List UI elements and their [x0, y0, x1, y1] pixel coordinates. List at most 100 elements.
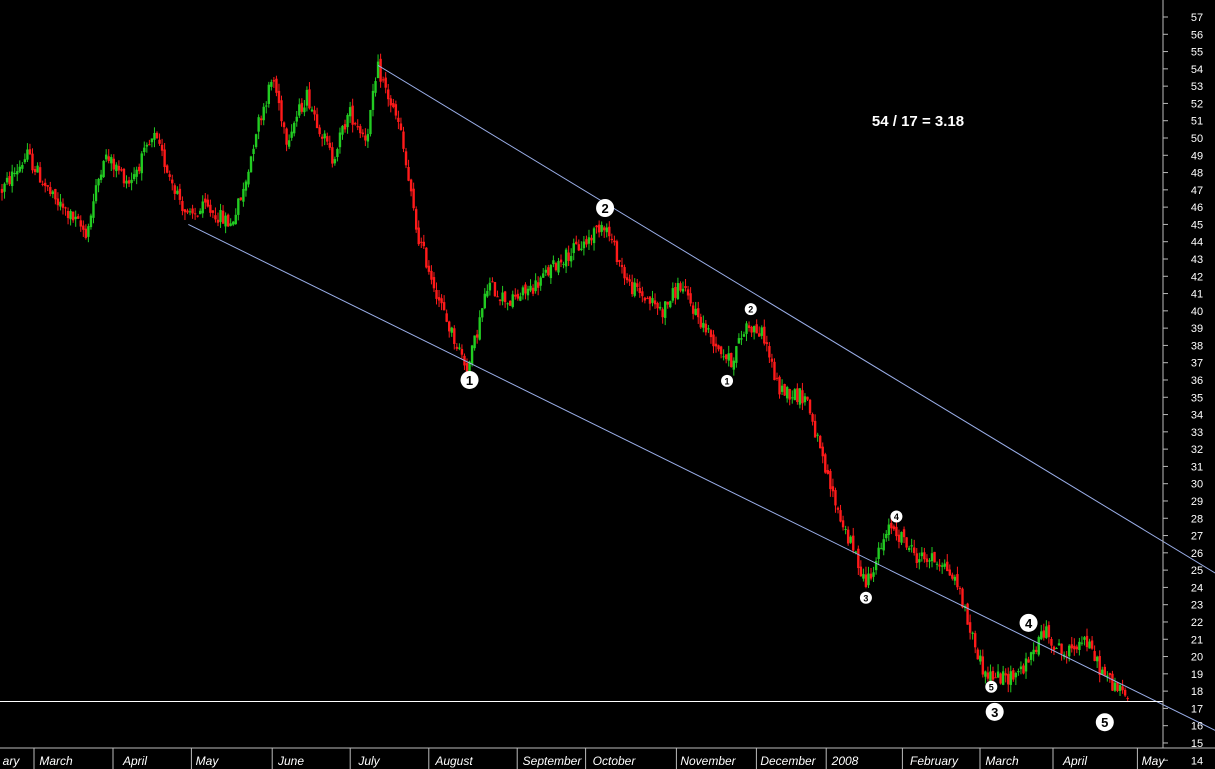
candle-body — [834, 490, 837, 506]
price-tick-label: 36 — [1191, 375, 1203, 387]
candle-body — [23, 159, 27, 163]
candle-body — [996, 671, 1000, 678]
candle-body — [890, 522, 893, 529]
candle-body — [77, 216, 80, 219]
candle-body — [580, 248, 583, 251]
price-tick-label: 23 — [1191, 600, 1203, 612]
candle-body — [1057, 643, 1061, 646]
candle-body — [984, 671, 987, 677]
candle-body — [293, 122, 296, 134]
candle-body — [976, 649, 979, 660]
candle-body — [923, 552, 926, 560]
candle-body — [313, 110, 316, 115]
candle-body — [1080, 642, 1084, 644]
month-label: February — [910, 754, 959, 768]
candle-body — [793, 389, 796, 401]
candle-body — [989, 671, 992, 682]
candle-body — [534, 280, 537, 292]
candle-body — [432, 277, 436, 289]
candle-body — [585, 239, 588, 245]
candle-body — [249, 156, 253, 173]
price-tick-label: 56 — [1191, 29, 1203, 41]
month-label: March — [39, 754, 73, 768]
candle-body — [160, 144, 164, 151]
candle-body — [458, 347, 461, 349]
candle-body — [257, 117, 260, 132]
price-tick-label: 30 — [1191, 479, 1203, 491]
candle-body — [300, 102, 304, 112]
candle-body — [768, 346, 771, 358]
candle-body — [808, 399, 812, 414]
candle-body — [224, 215, 227, 227]
candle-body — [387, 89, 390, 100]
candle-body — [191, 208, 194, 214]
candle-body — [658, 306, 662, 309]
candle-body — [732, 360, 736, 370]
candle-body — [506, 303, 509, 305]
candle-body — [404, 151, 408, 166]
candle-body — [1123, 689, 1127, 696]
candle-body — [869, 573, 873, 579]
candle-body — [913, 547, 916, 554]
candle-body — [656, 303, 659, 309]
candle-body — [763, 326, 766, 344]
month-label: December — [760, 754, 816, 768]
price-tick-label: 48 — [1191, 168, 1203, 180]
candle-body — [966, 603, 969, 625]
candle-body — [747, 325, 751, 329]
candle-body — [900, 531, 903, 543]
candle-body — [5, 177, 9, 183]
candle-body — [592, 228, 596, 244]
candle-body — [46, 185, 49, 187]
candle-body — [41, 183, 44, 185]
candle-body — [414, 209, 418, 230]
candle-body — [697, 308, 700, 318]
candle-body — [338, 132, 342, 148]
candle-body — [999, 673, 1002, 684]
month-label: April — [122, 754, 147, 768]
wave-label: 5 — [1101, 715, 1108, 730]
candle-body — [18, 166, 21, 172]
candle-body — [102, 161, 105, 178]
candle-body — [597, 224, 601, 233]
candle-body — [305, 89, 309, 106]
candle-body — [1042, 630, 1046, 638]
candle-body — [481, 308, 484, 318]
candle-body — [1017, 671, 1020, 673]
candle-body — [689, 293, 692, 304]
price-tick-label: 34 — [1191, 410, 1203, 422]
candle-body — [613, 240, 616, 243]
candle-body — [1070, 644, 1073, 649]
ratio-annotation: 54 / 17 = 3.18 — [872, 113, 964, 130]
candle-body — [265, 105, 268, 107]
candle-body — [961, 588, 964, 608]
candle-body — [135, 169, 138, 177]
candle-body — [643, 297, 647, 301]
candle-body — [915, 553, 918, 563]
candle-body — [343, 124, 347, 130]
candle-body — [92, 201, 95, 218]
candle-body — [28, 149, 32, 155]
candle-body — [97, 178, 100, 186]
candle-body — [232, 221, 235, 225]
candle-body — [895, 526, 898, 537]
candle-body — [376, 61, 380, 79]
candle-body — [140, 153, 143, 174]
candle-body — [333, 159, 337, 164]
candle-body — [526, 288, 530, 296]
candle-body — [826, 470, 830, 474]
candle-body — [801, 390, 804, 404]
candle-body — [145, 144, 149, 147]
candle-body — [948, 569, 951, 576]
candle-body — [267, 84, 271, 104]
candle-body — [572, 243, 575, 254]
candle-body — [54, 188, 57, 200]
candle-body — [150, 138, 154, 143]
candle-body — [775, 377, 779, 379]
price-tick-label: 43 — [1191, 254, 1203, 266]
candle-body — [21, 165, 24, 169]
month-label: September — [523, 754, 583, 768]
candle-body — [864, 574, 868, 587]
wave-label: 5 — [989, 682, 994, 692]
candle-body — [13, 173, 16, 175]
